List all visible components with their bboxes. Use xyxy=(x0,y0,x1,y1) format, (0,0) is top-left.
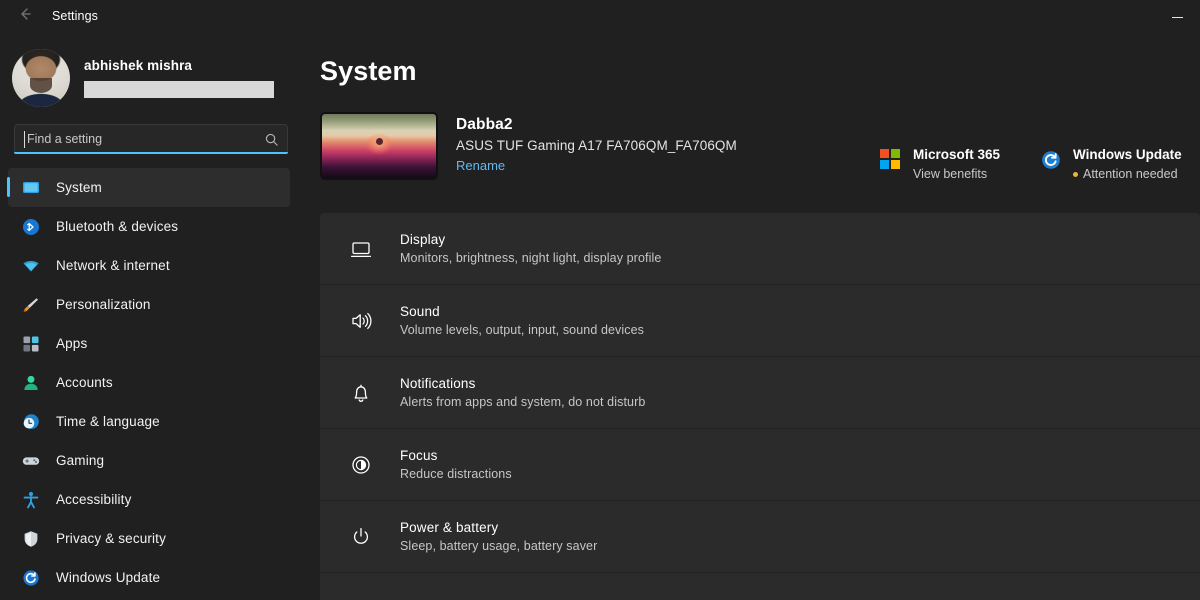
windows-update-card[interactable]: Windows Update Attention needed xyxy=(1040,146,1200,181)
shield-icon xyxy=(20,528,42,550)
microsoft-logo-icon xyxy=(880,149,902,171)
microsoft-365-card[interactable]: Microsoft 365 View benefits xyxy=(880,146,1040,181)
sidebar: abhishek mishra Find a setting System Bl… xyxy=(0,32,304,600)
wifi-icon xyxy=(20,255,42,277)
search-box[interactable] xyxy=(14,124,288,154)
app-title: Settings xyxy=(52,9,98,23)
settings-row-title: Notifications xyxy=(400,376,476,391)
sidebar-item-label: Time & language xyxy=(56,414,160,429)
sidebar-item-label: Accessibility xyxy=(56,492,132,507)
sidebar-nav: System Bluetooth & devices Network & int… xyxy=(0,168,304,597)
settings-row-title: Focus xyxy=(400,448,438,463)
card-subtitle-wrap: Attention needed xyxy=(1073,167,1182,181)
search-icon[interactable] xyxy=(264,132,279,147)
account-text: abhishek mishra xyxy=(84,58,274,98)
windows-update-icon xyxy=(1040,149,1062,171)
settings-row-display[interactable]: Display Monitors, brightness, night ligh… xyxy=(320,213,1200,284)
window-titlebar: Settings xyxy=(0,0,1200,32)
storage-icon xyxy=(348,596,374,600)
account-section[interactable]: abhishek mishra xyxy=(0,38,304,110)
card-subtitle: Attention needed xyxy=(1083,167,1178,181)
paintbrush-icon xyxy=(20,294,42,316)
settings-list: Display Monitors, brightness, night ligh… xyxy=(320,213,1200,600)
sidebar-item-label: Network & internet xyxy=(56,258,170,273)
settings-row-title: Display xyxy=(400,232,446,247)
search-input[interactable] xyxy=(15,125,235,153)
settings-row-subtitle: Volume levels, output, input, sound devi… xyxy=(400,323,645,337)
notifications-bell-icon xyxy=(348,380,374,406)
card-title: Microsoft 365 xyxy=(913,147,1001,162)
sidebar-item-label: Bluetooth & devices xyxy=(56,219,179,234)
sidebar-item-label: Apps xyxy=(56,336,88,351)
minimize-button[interactable] xyxy=(1154,0,1200,32)
text-caret xyxy=(24,131,25,148)
settings-row-power-battery[interactable]: Power & battery Sleep, battery usage, ba… xyxy=(320,501,1200,572)
sidebar-item-label: Personalization xyxy=(56,297,151,312)
account-email-redacted xyxy=(84,81,274,98)
gamepad-icon xyxy=(20,450,42,472)
settings-row-notifications[interactable]: Notifications Alerts from apps and syste… xyxy=(320,357,1200,428)
settings-row-focus[interactable]: Focus Reduce distractions xyxy=(320,429,1200,500)
monitor-icon xyxy=(20,177,42,199)
clock-globe-icon xyxy=(20,411,42,433)
focus-moon-icon xyxy=(348,452,374,478)
account-name: abhishek mishra xyxy=(84,58,193,73)
sidebar-item-system[interactable]: System xyxy=(7,168,290,207)
sidebar-item-privacy-security[interactable]: Privacy & security xyxy=(8,519,290,558)
sidebar-item-network-internet[interactable]: Network & internet xyxy=(8,246,290,285)
sidebar-item-label: System xyxy=(56,180,102,195)
sidebar-item-label: Gaming xyxy=(56,453,105,468)
display-monitor-icon xyxy=(348,236,374,262)
card-subtitle: View benefits xyxy=(913,167,988,181)
desktop-wallpaper-thumbnail xyxy=(320,112,438,180)
settings-row-subtitle: Monitors, brightness, night light, displ… xyxy=(400,251,662,265)
sidebar-item-bluetooth-devices[interactable]: Bluetooth & devices xyxy=(8,207,290,246)
person-icon xyxy=(20,372,42,394)
settings-row-subtitle: Reduce distractions xyxy=(400,467,512,481)
page-title: System xyxy=(320,56,417,86)
device-name: Dabba2 xyxy=(456,116,513,133)
search-focus-underline xyxy=(14,152,288,154)
settings-row-sound[interactable]: Sound Volume levels, output, input, soun… xyxy=(320,285,1200,356)
minimize-icon xyxy=(1171,16,1183,18)
avatar xyxy=(12,49,70,107)
app-shell: abhishek mishra Find a setting System Bl… xyxy=(0,32,1200,600)
settings-row-storage[interactable]: Storage xyxy=(320,573,1200,600)
main-content: System Dabba2 ASUS TUF Gaming A17 FA706Q… xyxy=(304,32,1200,600)
attention-dot-icon xyxy=(1073,171,1078,177)
sidebar-item-label: Windows Update xyxy=(56,570,161,585)
back-arrow-icon xyxy=(17,6,33,27)
update-refresh-icon xyxy=(20,567,42,589)
device-status-cards: Microsoft 365 View benefits Windows Upda… xyxy=(880,146,1200,181)
rename-link[interactable]: Rename xyxy=(456,158,505,173)
settings-row-subtitle: Alerts from apps and system, do not dist… xyxy=(400,395,646,409)
sound-speaker-icon xyxy=(348,308,374,334)
settings-row-title: Sound xyxy=(400,304,440,319)
wallpaper-sun xyxy=(375,137,383,145)
sidebar-item-gaming[interactable]: Gaming xyxy=(8,441,290,480)
sidebar-item-label: Privacy & security xyxy=(56,531,166,546)
settings-row-title: Power & battery xyxy=(400,520,499,535)
device-model: ASUS TUF Gaming A17 FA706QM_FA706QM xyxy=(456,138,737,153)
sidebar-item-label: Accounts xyxy=(56,375,113,390)
sidebar-item-accessibility[interactable]: Accessibility xyxy=(8,480,290,519)
accessibility-icon xyxy=(20,489,42,511)
sidebar-item-windows-update[interactable]: Windows Update xyxy=(8,558,290,597)
device-info: Dabba2 ASUS TUF Gaming A17 FA706QM_FA706… xyxy=(456,112,737,175)
window-controls xyxy=(1154,0,1200,32)
bluetooth-icon xyxy=(20,216,42,238)
apps-grid-icon xyxy=(20,333,42,355)
avatar-detail xyxy=(29,78,52,94)
sidebar-item-time-language[interactable]: Time & language xyxy=(8,402,290,441)
settings-row-subtitle: Sleep, battery usage, battery saver xyxy=(400,539,598,553)
sidebar-item-personalization[interactable]: Personalization xyxy=(8,285,290,324)
sidebar-item-accounts[interactable]: Accounts xyxy=(8,363,290,402)
power-icon xyxy=(348,524,374,550)
back-button[interactable] xyxy=(8,3,42,29)
card-title: Windows Update xyxy=(1073,147,1182,162)
search-section xyxy=(0,110,304,154)
sidebar-item-apps[interactable]: Apps xyxy=(8,324,290,363)
